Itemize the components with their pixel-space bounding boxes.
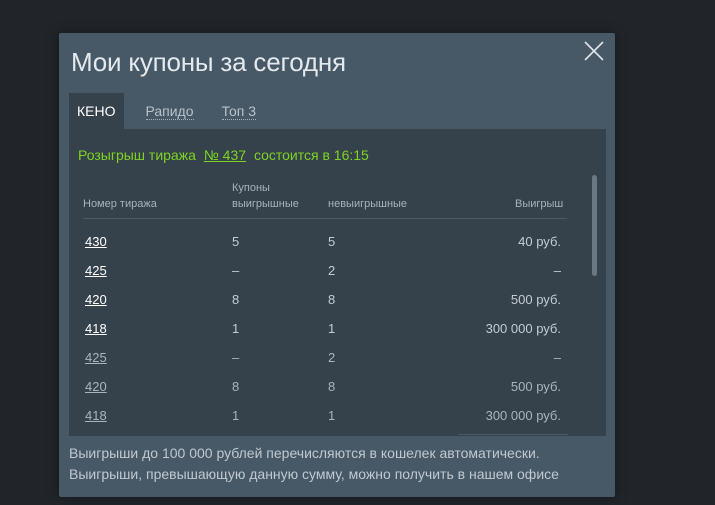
table-row: 418 1 1 300 000 руб. [69,315,606,344]
coupons-modal: Мои купоны за сегодня КЕНО Рапидо Топ 3 … [59,33,615,497]
winning-count: 8 [232,292,240,307]
table-row: 420 8 8 500 руб. [69,286,606,315]
prize-amount: – [553,263,561,278]
prize-amount: – [553,350,561,365]
losing-count: 8 [328,379,336,394]
losing-count: 1 [328,321,336,336]
losing-count: 5 [328,234,336,249]
table-bottom-divider [458,434,568,435]
header-draw-number: Номер тиража [83,198,157,210]
tab-top3[interactable]: Топ 3 [212,93,267,129]
draw-number-link[interactable]: 418 [85,408,107,424]
draw-number-link[interactable]: 420 [85,379,107,395]
header-divider [83,218,567,219]
draw-number-link[interactable]: № 437 [204,147,246,163]
header-losing: невыигрышные [328,198,408,210]
footer-note-line1: Выигрыши до 100 000 рублей перечисляются… [69,445,540,461]
winning-count: – [232,350,240,365]
coupons-table: Номер тиража Купоны выигрышные невыигрыш… [69,169,606,436]
table-row: 425 – 2 – [69,344,606,373]
winning-count: – [232,263,240,278]
winning-count: 5 [232,234,240,249]
table-scrollbar[interactable] [592,175,597,276]
tab-keno-label: КЕНО [77,103,116,119]
prize-amount: 300 000 руб. [485,408,561,423]
game-tabs: КЕНО Рапидо Топ 3 [69,93,266,129]
draw-number-link[interactable]: 418 [85,321,107,337]
winning-count: 8 [232,379,240,394]
footer-note: Выигрыши до 100 000 рублей перечисляются… [69,443,599,485]
table-row: 420 8 8 500 руб. [69,373,606,402]
prize-amount: 40 руб. [518,234,561,249]
tab-keno[interactable]: КЕНО [69,93,124,129]
losing-count: 2 [328,350,336,365]
losing-count: 1 [328,408,336,423]
draw-number-link[interactable]: 420 [85,292,107,308]
header-coupons: Купоны выигрышные [232,180,299,212]
draw-number-link[interactable]: 430 [85,234,107,250]
table-row: 418 1 1 300 000 руб. [69,402,606,431]
header-winnings: Выигрыш [515,198,564,210]
table-row: 425 – 2 – [69,257,606,286]
header-coupons-line1: Купоны [232,182,270,194]
prize-amount: 500 руб. [510,379,561,394]
prize-amount: 500 руб. [510,292,561,307]
draw-info: Розыгрыш тиража № 437 состоится в 16:15 [78,147,369,163]
modal-title: Мои купоны за сегодня [71,47,346,77]
draw-info-suffix: состоится в 16:15 [253,147,369,163]
losing-count: 2 [328,263,336,278]
close-button[interactable] [583,40,605,62]
winning-count: 1 [232,321,240,336]
draw-number-link[interactable]: 425 [85,350,107,366]
close-icon [584,41,604,61]
footer-note-line2: Выигрыши, превышающую данную сумму, можн… [69,466,559,482]
table-row: 430 5 5 40 руб. [69,228,606,257]
prize-amount: 300 000 руб. [485,321,561,336]
tab-panel: Розыгрыш тиража № 437 состоится в 16:15 … [69,129,606,436]
tab-top3-label: Топ 3 [221,102,257,120]
losing-count: 8 [328,292,336,307]
draw-number-link[interactable]: 425 [85,263,107,279]
draw-info-prefix: Розыгрыш тиража [78,147,196,163]
header-coupons-line2: выигрышные [232,198,299,210]
tab-rapido[interactable]: Рапидо [136,93,204,129]
tab-rapido-label: Рапидо [145,102,194,120]
winning-count: 1 [232,408,240,423]
